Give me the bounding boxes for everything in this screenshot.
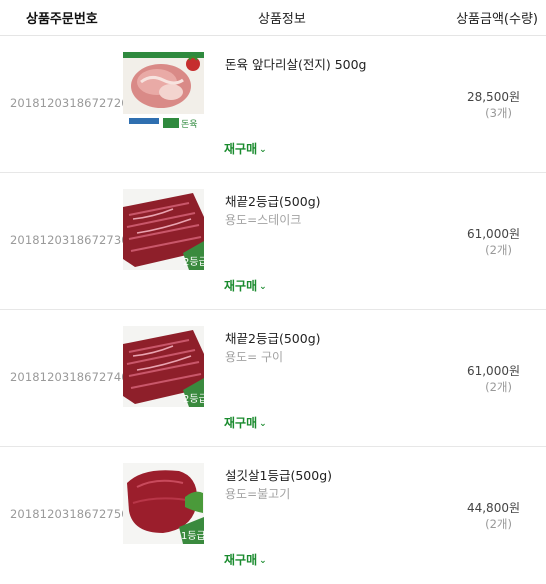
product-price: 44,800원 xyxy=(466,501,520,515)
table-header: 상품주문번호 상품정보 상품금액(수량) xyxy=(0,0,546,36)
chevron-down-icon: ⌄ xyxy=(259,145,267,155)
product-name[interactable]: 채끝2등급(500g) xyxy=(225,191,321,210)
rebuy-button[interactable]: 재구매 ⌄ xyxy=(224,277,267,294)
chevron-down-icon: ⌄ xyxy=(259,282,267,292)
order-row: 2018120318672740 2등급 채끝2등급(500g) 용도= 구이 … xyxy=(0,310,546,447)
header-order-number: 상품주문번호 xyxy=(26,12,98,27)
product-thumbnail[interactable]: 2등급 xyxy=(123,326,204,407)
thumbnail-label: 2등급 xyxy=(183,256,204,268)
product-thumbnail[interactable]: 돈육 xyxy=(123,52,204,133)
order-row: 2018120318672730 2등급 채끝2등급(500g) 용도=스테이크… xyxy=(0,173,546,310)
chevron-down-icon: ⌄ xyxy=(259,419,267,429)
product-quantity: (2개) xyxy=(485,243,512,257)
product-name[interactable]: 채끝2등급(500g) xyxy=(225,328,321,347)
rebuy-label: 재구매 xyxy=(224,416,258,430)
rebuy-label: 재구매 xyxy=(224,279,258,293)
rebuy-button[interactable]: 재구매 ⌄ xyxy=(224,551,267,568)
chevron-down-icon: ⌄ xyxy=(259,556,267,566)
order-row: 2018120318672750 1등급 설깃살1등급(500g) 용도=불고기… xyxy=(0,447,546,584)
order-number: 2018120318672730 xyxy=(10,233,129,247)
order-row: 2018120318672720 돈육 돈육 앞다리살(전지) 500g 재구매… xyxy=(0,36,546,173)
product-thumbnail[interactable]: 1등급 xyxy=(123,463,204,544)
rebuy-button[interactable]: 재구매 ⌄ xyxy=(224,414,267,431)
product-option: 용도=스테이크 xyxy=(225,213,302,227)
order-number: 2018120318672740 xyxy=(10,370,129,384)
product-thumbnail[interactable]: 2등급 xyxy=(123,189,204,270)
thumbnail-label: 2등급 xyxy=(183,393,204,405)
product-name[interactable]: 돈육 앞다리살(전지) 500g xyxy=(225,54,367,73)
rebuy-label: 재구매 xyxy=(224,142,258,156)
thumbnail-label: 1등급 xyxy=(181,530,204,542)
product-option: 용도=불고기 xyxy=(225,487,291,501)
rebuy-button[interactable]: 재구매 ⌄ xyxy=(224,140,267,157)
order-number: 2018120318672750 xyxy=(10,507,129,521)
product-name[interactable]: 설깃살1등급(500g) xyxy=(225,465,332,484)
rebuy-label: 재구매 xyxy=(224,553,258,567)
product-quantity: (2개) xyxy=(485,380,512,394)
product-price: 61,000원 xyxy=(466,227,520,241)
product-price: 28,500원 xyxy=(466,90,520,104)
header-product-info: 상품정보 xyxy=(258,12,306,27)
product-quantity: (3개) xyxy=(485,106,512,120)
header-amount-quantity: 상품금액(수량) xyxy=(456,12,538,27)
thumbnail-label: 돈육 xyxy=(181,119,198,130)
order-number: 2018120318672720 xyxy=(10,96,129,110)
product-quantity: (2개) xyxy=(485,517,512,531)
product-option: 용도= 구이 xyxy=(225,350,284,364)
product-price: 61,000원 xyxy=(466,364,520,378)
